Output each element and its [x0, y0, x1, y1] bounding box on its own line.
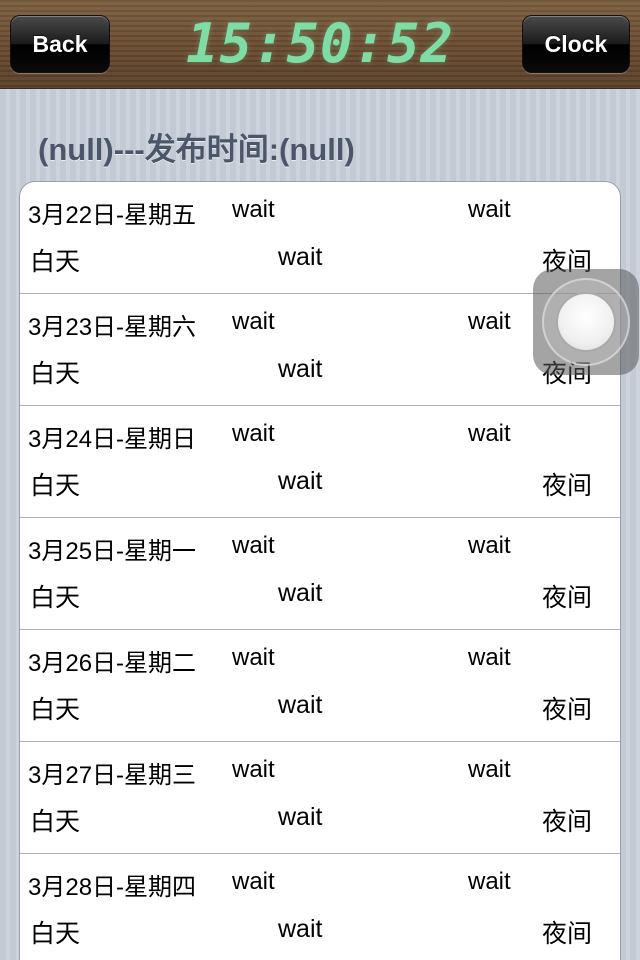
forecast-status-a: wait [232, 644, 275, 671]
forecast-row[interactable]: 3月27日-星期三 wait wait 白天 wait 夜间 [20, 742, 620, 854]
forecast-row[interactable]: 3月26日-星期二 wait wait 白天 wait 夜间 [20, 630, 620, 742]
forecast-status-c: wait [278, 467, 323, 495]
forecast-status-b: wait [468, 868, 511, 895]
assistive-touch-ring [542, 278, 630, 366]
daytime-label: 白天 [30, 920, 81, 948]
daytime-label: 白天 [30, 472, 81, 500]
forecast-row[interactable]: 3月22日-星期五 wait wait 白天 wait 夜间 [20, 182, 620, 294]
assistive-touch-core [556, 292, 616, 352]
forecast-status-c: wait [278, 915, 323, 943]
back-button[interactable]: Back [10, 15, 110, 73]
navigation-bar: Back 15:50:52 Clock [0, 0, 640, 89]
forecast-status-c: wait [278, 355, 323, 383]
forecast-status-a: wait [232, 420, 275, 447]
forecast-status-a: wait [232, 756, 275, 783]
assistive-touch-icon[interactable] [533, 269, 639, 375]
daytime-label: 白天 [30, 696, 81, 724]
forecast-date: 3月28日-星期四 [28, 874, 197, 901]
forecast-date: 3月23日-星期六 [28, 314, 197, 341]
forecast-status-a: wait [232, 532, 275, 559]
forecast-status-b: wait [468, 308, 511, 335]
clock-button[interactable]: Clock [522, 15, 630, 73]
forecast-status-a: wait [232, 868, 275, 895]
forecast-date: 3月26日-星期二 [28, 650, 197, 677]
forecast-status-b: wait [468, 644, 511, 671]
forecast-row[interactable]: 3月28日-星期四 wait wait 白天 wait 夜间 [20, 854, 620, 960]
nighttime-label: 夜间 [542, 808, 593, 836]
forecast-row[interactable]: 3月25日-星期一 wait wait 白天 wait 夜间 [20, 518, 620, 630]
nighttime-label: 夜间 [542, 920, 593, 948]
forecast-status-c: wait [278, 803, 323, 831]
nighttime-label: 夜间 [542, 696, 593, 724]
forecast-row[interactable]: 3月24日-星期日 wait wait 白天 wait 夜间 [20, 406, 620, 518]
forecast-status-c: wait [278, 579, 323, 607]
page-title: (null)---发布时间:(null) [38, 132, 355, 167]
forecast-status-b: wait [468, 756, 511, 783]
nighttime-label: 夜间 [542, 472, 593, 500]
forecast-status-b: wait [468, 196, 511, 223]
daytime-label: 白天 [30, 584, 81, 612]
forecast-list: 3月22日-星期五 wait wait 白天 wait 夜间 3月23日-星期六… [19, 181, 621, 960]
forecast-status-a: wait [232, 196, 275, 223]
forecast-date: 3月27日-星期三 [28, 762, 197, 789]
daytime-label: 白天 [30, 248, 81, 276]
forecast-status-b: wait [468, 420, 511, 447]
forecast-date: 3月22日-星期五 [28, 202, 197, 229]
forecast-status-a: wait [232, 308, 275, 335]
forecast-status-c: wait [278, 691, 323, 719]
forecast-row[interactable]: 3月23日-星期六 wait wait 白天 wait 夜间 [20, 294, 620, 406]
daytime-label: 白天 [30, 360, 81, 388]
forecast-status-c: wait [278, 243, 323, 271]
nighttime-label: 夜间 [542, 584, 593, 612]
digital-clock: 15:50:52 [185, 11, 455, 75]
forecast-date: 3月24日-星期日 [28, 426, 197, 453]
forecast-status-b: wait [468, 532, 511, 559]
daytime-label: 白天 [30, 808, 81, 836]
forecast-date: 3月25日-星期一 [28, 538, 197, 565]
